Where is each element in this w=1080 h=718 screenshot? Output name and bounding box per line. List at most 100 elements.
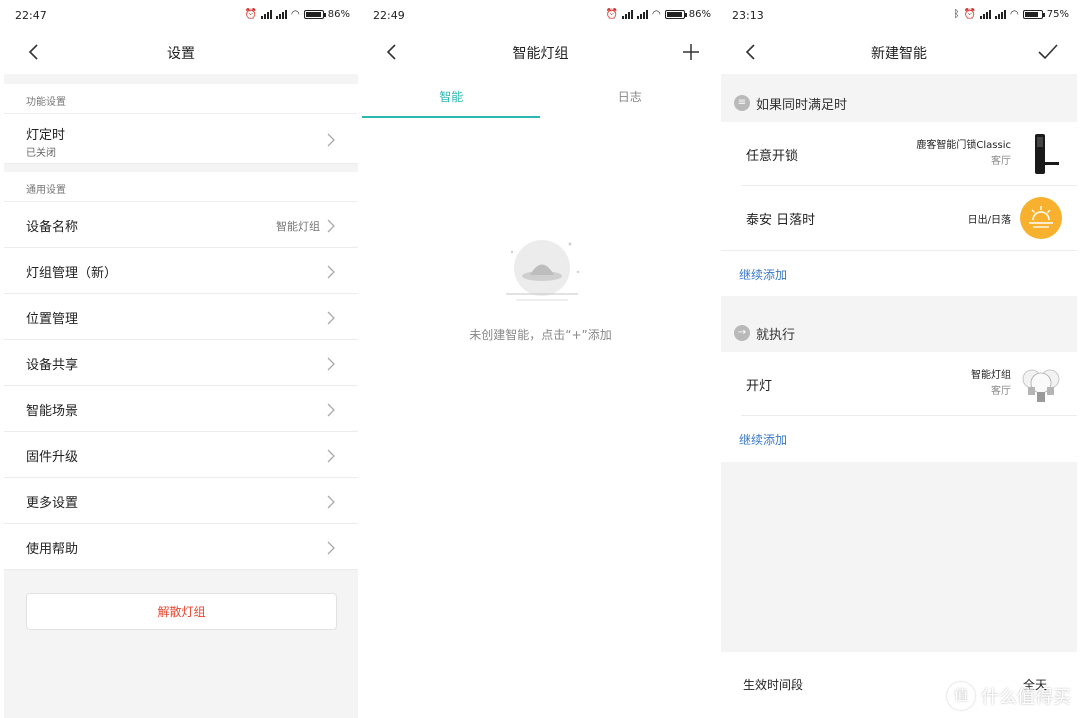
status-icons: ᛒ ⏰ ◠ 75% [954, 9, 1069, 20]
settings-row[interactable]: 智能场景 [4, 386, 358, 432]
wifi-icon: ◠ [652, 9, 661, 20]
battery-percent: 86% [327, 9, 350, 20]
empty-state-text: 未创建智能，点击“+”添加 [469, 328, 612, 342]
status-bar: 22:49 ⏰ ◠ 86% [362, 0, 719, 32]
chevron-right-icon [326, 264, 336, 279]
condition-device: 日出/日落 [967, 215, 1011, 226]
settings-screen: 22:47 ⏰ ◠ 86% 设置 功能设置 灯定时 已关闭 通用设置 设备名称智… [4, 0, 358, 718]
condition-item-lock[interactable]: 任意开锁 鹿客智能门锁Classic 客厅 [721, 122, 1077, 186]
condition-item-sunset[interactable]: 泰安 日落时 日出/日落 [721, 186, 1077, 250]
effective-period-label: 生效时间段 [743, 678, 804, 692]
condition-header: ≡ 如果同时满足时 [721, 82, 1077, 122]
action-item-light-on[interactable]: 开灯 智能灯组 客厅 [721, 352, 1077, 416]
chevron-right-icon [326, 356, 336, 371]
add-button[interactable] [681, 42, 701, 62]
settings-row[interactable]: 使用帮助 [4, 524, 358, 570]
chevron-right-icon [326, 132, 336, 147]
chevron-right-icon [326, 540, 336, 555]
light-timer-row[interactable]: 灯定时 已关闭 [4, 114, 358, 164]
row-label: 设备名称 [26, 220, 79, 235]
chevron-right-icon [326, 448, 336, 463]
condition-room: 客厅 [991, 156, 1011, 167]
settings-row[interactable]: 固件升级 [4, 432, 358, 478]
alarm-icon: ⏰ [244, 9, 258, 20]
checkmark-icon [1038, 44, 1058, 60]
row-subtitle: 已关闭 [26, 148, 56, 159]
door-lock-icon [1035, 134, 1059, 174]
battery-icon [303, 10, 326, 19]
condition-name: 任意开锁 [746, 149, 799, 164]
section-header-function: 功能设置 [4, 84, 358, 114]
status-bar: 23:13 ᛒ ⏰ ◠ 75% [721, 0, 1077, 32]
signal-icon [995, 10, 1007, 19]
section-header-general: 通用设置 [4, 172, 358, 202]
ufo-illustration-icon [506, 240, 580, 301]
action-header: → 就执行 [721, 312, 1077, 352]
condition-device: 鹿客智能门锁Classic [916, 140, 1011, 151]
alarm-icon: ⏰ [605, 9, 619, 20]
nav-bar: 设置 [4, 32, 358, 74]
status-time: 23:13 [732, 9, 764, 22]
condition-name: 泰安 日落时 [746, 213, 816, 228]
add-more-condition-button[interactable]: 继续添加 [721, 250, 1077, 296]
row-label: 固件升级 [26, 450, 79, 465]
settings-row[interactable]: 更多设置 [4, 478, 358, 524]
page-title: 新建智能 [871, 46, 927, 62]
row-label: 灯定时 [26, 128, 66, 143]
plus-icon [683, 44, 699, 60]
action-device: 智能灯组 [971, 370, 1011, 381]
signal-icon [622, 10, 634, 19]
light-bulbs-icon [1022, 369, 1060, 402]
row-label: 设备共享 [26, 358, 79, 373]
signal-icon [261, 10, 273, 19]
watermark-logo-icon: 值 [947, 682, 975, 710]
row-label: 位置管理 [26, 312, 79, 327]
list-icon: ≡ [734, 95, 750, 111]
signal-icon [637, 10, 649, 19]
battery-icon [664, 10, 687, 19]
alarm-icon: ⏰ [963, 9, 977, 20]
confirm-button[interactable] [1037, 42, 1059, 62]
nav-bar: 新建智能 [721, 32, 1077, 74]
watermark: 值 什么值得买 [947, 682, 1071, 710]
row-label: 智能场景 [26, 404, 79, 419]
settings-row[interactable]: 灯组管理（新） [4, 248, 358, 294]
settings-row[interactable]: 设备名称 智能灯组 [4, 202, 358, 248]
active-tab-indicator [362, 116, 540, 118]
signal-icon [980, 10, 992, 19]
page-title: 设置 [167, 46, 195, 62]
chevron-right-icon [326, 494, 336, 509]
status-bar: 22:47 ⏰ ◠ 86% [4, 0, 358, 32]
arrow-right-icon: → [734, 325, 750, 341]
status-time: 22:47 [15, 9, 47, 22]
wifi-icon: ◠ [291, 9, 300, 20]
row-label: 更多设置 [26, 496, 79, 511]
smart-light-group-screen: 22:49 ⏰ ◠ 86% 智能灯组 智能 日志 未创建智能，点击“+”添加 [362, 0, 719, 718]
status-icons: ⏰ ◠ 86% [606, 9, 711, 20]
page-title: 智能灯组 [512, 46, 569, 62]
settings-row[interactable]: 位置管理 [4, 294, 358, 340]
action-room: 客厅 [991, 386, 1011, 397]
action-name: 开灯 [746, 379, 773, 394]
battery-icon [1022, 10, 1045, 19]
add-more-action-button[interactable]: 继续添加 [721, 416, 1077, 462]
sunset-icon [1020, 197, 1062, 239]
row-label: 灯组管理（新） [26, 266, 118, 281]
row-label: 使用帮助 [26, 542, 79, 557]
status-icons: ⏰ ◠ 86% [245, 9, 350, 20]
nav-bar: 智能灯组 [362, 32, 719, 74]
tab-log[interactable]: 日志 [541, 74, 720, 120]
tab-bar: 智能 日志 [362, 74, 719, 120]
row-value: 智能灯组 [276, 220, 320, 233]
chevron-right-icon [326, 310, 336, 325]
signal-icon [276, 10, 288, 19]
bluetooth-icon: ᛒ [953, 9, 960, 20]
tab-smart[interactable]: 智能 [362, 74, 541, 120]
wifi-icon: ◠ [1010, 9, 1019, 20]
settings-row[interactable]: 设备共享 [4, 340, 358, 386]
battery-percent: 75% [1046, 9, 1069, 20]
new-automation-screen: 23:13 ᛒ ⏰ ◠ 75% 新建智能 ≡ 如果同时满足时 任意开锁 鹿客智能… [721, 0, 1077, 718]
battery-percent: 86% [688, 9, 711, 20]
chevron-right-icon [326, 218, 336, 233]
disband-group-button[interactable]: 解散灯组 [26, 593, 337, 630]
